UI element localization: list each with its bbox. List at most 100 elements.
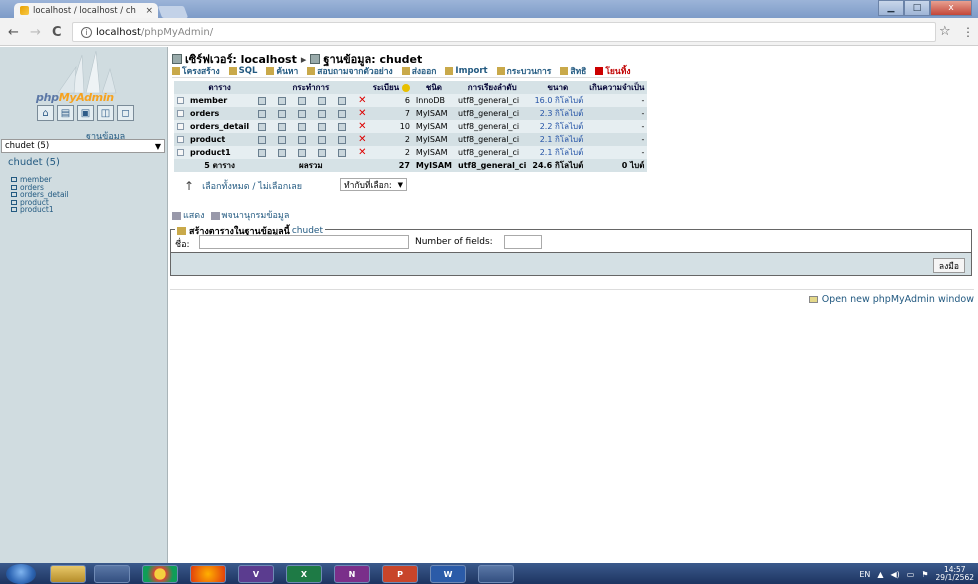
empty-icon[interactable]	[332, 94, 353, 107]
maximize-button[interactable]: □	[904, 0, 930, 16]
reload-navigation-icon[interactable]: ◻	[117, 105, 134, 121]
with-selected-select[interactable]: ทำกับที่เลือก: ▼	[340, 178, 407, 191]
size-cell[interactable]: 2.1 กิโลไบต์	[529, 146, 587, 159]
empty-icon[interactable]	[332, 107, 353, 120]
flag-icon[interactable]: ⚑	[921, 570, 928, 579]
structure-icon[interactable]	[272, 94, 293, 107]
insert-icon[interactable]	[312, 94, 333, 107]
structure-icon[interactable]	[272, 146, 293, 159]
tab-privileges[interactable]: สิทธิ	[560, 65, 586, 77]
drop-icon[interactable]: ✕	[352, 133, 370, 146]
tab-structure[interactable]: โครงสร้าง	[172, 65, 220, 77]
browser-menu-icon[interactable]: ⋮	[962, 25, 974, 39]
minimize-button[interactable]: ▁	[878, 0, 904, 16]
tray-expand-icon[interactable]: ▲	[877, 570, 883, 579]
empty-icon[interactable]	[332, 120, 353, 133]
phpmyadmin-logo[interactable]: phpMyAdmin	[36, 91, 114, 104]
reload-icon[interactable]: C	[52, 25, 62, 40]
database-select[interactable]: chudet (5) ▼	[1, 139, 165, 153]
insert-icon[interactable]	[312, 133, 333, 146]
size-cell[interactable]: 2.2 กิโลไบต์	[529, 120, 587, 133]
back-icon[interactable]: ←	[8, 25, 19, 40]
home-icon[interactable]: ⌂	[37, 105, 54, 121]
drop-icon[interactable]: ✕	[352, 146, 370, 159]
size-cell[interactable]: 2.1 กิโลไบต์	[529, 133, 587, 146]
row-checkbox[interactable]	[174, 94, 187, 107]
insert-icon[interactable]	[312, 107, 333, 120]
row-checkbox[interactable]	[174, 107, 187, 120]
structure-icon[interactable]	[272, 120, 293, 133]
network-icon[interactable]: ▭	[907, 570, 915, 579]
table-name-input[interactable]	[199, 235, 409, 249]
search-icon[interactable]	[292, 94, 313, 107]
new-tab-button[interactable]	[157, 6, 189, 18]
volume-icon[interactable]: ◀)	[891, 570, 900, 579]
empty-icon[interactable]	[332, 146, 353, 159]
table-name[interactable]: orders	[187, 107, 253, 120]
powerpoint-icon[interactable]: P	[382, 565, 418, 583]
sql-docs-icon[interactable]: ◫	[97, 105, 114, 121]
tab-drop[interactable]: โยนทิ้ง	[595, 65, 630, 77]
insert-icon[interactable]	[312, 120, 333, 133]
info-icon[interactable]: i	[81, 26, 92, 38]
media-player-icon[interactable]	[94, 565, 130, 583]
tab-search[interactable]: ค้นหา	[266, 65, 298, 77]
word-icon[interactable]: W	[430, 565, 466, 583]
row-checkbox[interactable]	[174, 146, 187, 159]
paint-icon[interactable]	[478, 565, 514, 583]
tab-query[interactable]: สอบถามจากตัวอย่าง	[307, 65, 393, 77]
browse-icon[interactable]	[252, 120, 273, 133]
table-name[interactable]: orders_detail	[187, 120, 253, 133]
row-checkbox[interactable]	[174, 120, 187, 133]
bookmark-star-icon[interactable]: ☆	[939, 24, 951, 39]
table-name[interactable]: product	[187, 133, 253, 146]
check-all-link[interactable]: เลือกทั้งหมด / ไม่เลือกเลย	[202, 179, 302, 193]
chrome-icon[interactable]	[142, 565, 178, 583]
help-icon[interactable]	[401, 83, 410, 92]
browse-icon[interactable]	[252, 146, 273, 159]
table-name[interactable]: product1	[187, 146, 253, 159]
browse-icon[interactable]	[252, 133, 273, 146]
empty-icon[interactable]	[332, 133, 353, 146]
browser-tab[interactable]: localhost / localhost / ch ×	[14, 3, 158, 18]
data-dictionary-link[interactable]: พจนานุกรมข้อมูล	[210, 208, 289, 222]
database-title-link[interactable]: chudet (5)	[8, 157, 60, 168]
table-name[interactable]: member	[187, 94, 253, 107]
open-new-window-link[interactable]: Open new phpMyAdmin window	[808, 294, 974, 305]
number-of-fields-input[interactable]	[504, 235, 542, 249]
structure-icon[interactable]	[272, 107, 293, 120]
drop-icon[interactable]: ✕	[352, 120, 370, 133]
url-input[interactable]: i localhost /phpMyAdmin/	[72, 22, 936, 42]
insert-icon[interactable]	[312, 146, 333, 159]
sidebar-table-item[interactable]: product1	[11, 206, 69, 214]
visio-icon[interactable]: V	[238, 565, 274, 583]
onenote-icon[interactable]: N	[334, 565, 370, 583]
structure-icon[interactable]	[272, 133, 293, 146]
documentation-icon[interactable]: ▣	[77, 105, 94, 121]
file-explorer-icon[interactable]	[50, 565, 86, 583]
tab-operations[interactable]: กระบวนการ	[496, 65, 551, 77]
clock[interactable]: 14:57 29/1/2562	[936, 566, 974, 582]
search-icon[interactable]	[292, 107, 313, 120]
excel-icon[interactable]: X	[286, 565, 322, 583]
tab-export[interactable]: ส่งออก	[401, 65, 436, 77]
language-indicator[interactable]: EN	[859, 570, 870, 579]
search-icon[interactable]	[292, 146, 313, 159]
close-window-button[interactable]: x	[930, 0, 972, 16]
size-cell[interactable]: 2.3 กิโลไบต์	[529, 107, 587, 120]
drop-icon[interactable]: ✕	[352, 107, 370, 120]
print-view-link[interactable]: แสดง	[172, 208, 205, 222]
search-icon[interactable]	[292, 120, 313, 133]
go-button[interactable]: ลงมือ	[932, 258, 965, 273]
tab-sql[interactable]: SQL	[228, 65, 257, 77]
browse-icon[interactable]	[252, 107, 273, 120]
start-button[interactable]	[6, 564, 36, 584]
row-checkbox[interactable]	[174, 133, 187, 146]
browse-icon[interactable]	[252, 94, 273, 107]
search-icon[interactable]	[292, 133, 313, 146]
tab-import[interactable]: Import	[445, 65, 488, 77]
tab-close-icon[interactable]: ×	[145, 6, 153, 16]
forward-icon[interactable]: →	[30, 25, 41, 40]
firefox-icon[interactable]	[190, 565, 226, 583]
phpmyadmin-sails-logo-icon[interactable]	[40, 49, 130, 95]
